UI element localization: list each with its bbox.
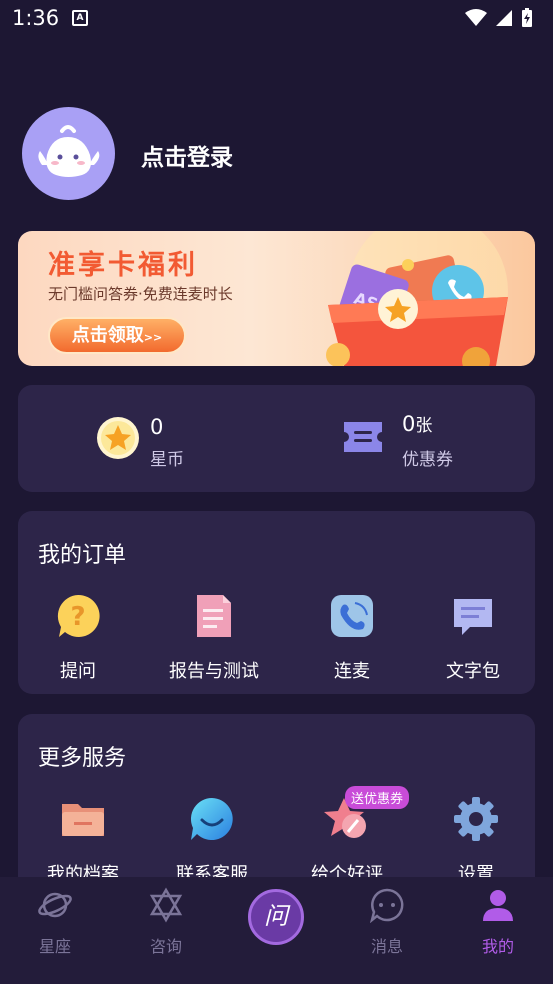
star-coin-icon (97, 417, 139, 459)
phone-icon (331, 595, 373, 637)
tab-label-horoscope: 星座 (38, 937, 71, 956)
coupons-label: 优惠券 (402, 450, 453, 470)
coins-value: 0 (150, 415, 164, 439)
service-item-settings[interactable]: 设置 (421, 796, 531, 886)
services-card: 更多服务 我的档案 联系客服 给个好评 送优惠券 设置 (18, 714, 535, 894)
coins-label: 星币 (150, 450, 184, 470)
wifi-icon (465, 9, 487, 26)
svg-text:?: ? (70, 602, 85, 632)
planet-icon (38, 892, 72, 918)
notification-icon: A (72, 10, 88, 26)
privilege-banner[interactable]: 准享卡福利 无门槛问答券·免费连麦时长 点击领取>> AS (18, 231, 535, 366)
whale-mascot-icon (38, 125, 100, 177)
coupons-value: 0 (402, 412, 416, 436)
claim-button-label: 点击领取 (71, 325, 144, 346)
coupon-ticket-icon (344, 422, 382, 452)
orders-title: 我的订单 (38, 543, 127, 568)
tab-messages[interactable]: 消息 (347, 887, 427, 957)
folder-icon (62, 804, 104, 836)
banner-title: 准享卡福利 (48, 250, 198, 281)
wallet-card: 0 星币 0张 优惠券 (18, 385, 535, 492)
tab-label-messages: 消息 (370, 937, 403, 956)
claim-button[interactable]: 点击领取>> (48, 317, 186, 354)
order-item-text-pack[interactable]: 文字包 (418, 593, 528, 683)
hexagram-icon (149, 887, 183, 923)
service-item-review[interactable]: 给个好评 (292, 796, 402, 886)
order-item-report[interactable]: 报告与测试 (159, 593, 269, 683)
tab-consult[interactable]: 咨询 (126, 887, 206, 957)
user-icon (483, 890, 513, 921)
tab-horoscope[interactable]: 星座 (15, 887, 95, 957)
order-item-question[interactable]: ? 提问 (23, 593, 133, 683)
message-icon (369, 888, 404, 924)
coupons[interactable]: 0张 优惠券 (340, 385, 490, 492)
coupon-badge: 送优惠券 (345, 786, 410, 809)
claim-button-arrow: >> (143, 331, 163, 344)
battery-icon (522, 8, 532, 27)
tab-label-mine: 我的 (481, 937, 514, 956)
status-time: 1:36 (12, 6, 60, 30)
avatar[interactable] (22, 107, 115, 200)
gear-icon (454, 797, 498, 841)
status-icons (465, 8, 533, 28)
service-item-support[interactable]: 联系客服 (157, 796, 267, 886)
ask-center-button[interactable]: 问 (248, 889, 304, 945)
banner-subtitle: 无门槛问答券·免费连麦时长 (48, 285, 233, 303)
document-icon (197, 595, 231, 637)
order-label-question: 提问 (60, 661, 96, 682)
service-item-archive[interactable]: 我的档案 (28, 796, 138, 886)
chat-icon (454, 599, 492, 635)
question-icon: ? (57, 594, 100, 637)
signal-icon (496, 10, 512, 26)
order-label-text-pack: 文字包 (446, 661, 500, 682)
smile-bubble-icon (190, 798, 233, 840)
tab-mine[interactable]: 我的 (458, 887, 538, 957)
order-label-report: 报告与测试 (169, 661, 259, 682)
order-item-call[interactable]: 连麦 (297, 593, 407, 683)
order-label-call: 连麦 (334, 661, 370, 682)
login-link[interactable]: 点击登录 (141, 138, 233, 172)
status-bar: 1:36 A (0, 0, 553, 40)
services-title: 更多服务 (38, 746, 127, 771)
tab-label-consult: 咨询 (149, 937, 182, 956)
coupons-unit: 张 (415, 416, 433, 436)
gift-box-illustration: AS (326, 231, 508, 366)
star-coins[interactable]: 0 星币 (96, 385, 216, 492)
orders-card: 我的订单 ? 提问 报告与测试 连麦 文字包 (18, 511, 535, 694)
